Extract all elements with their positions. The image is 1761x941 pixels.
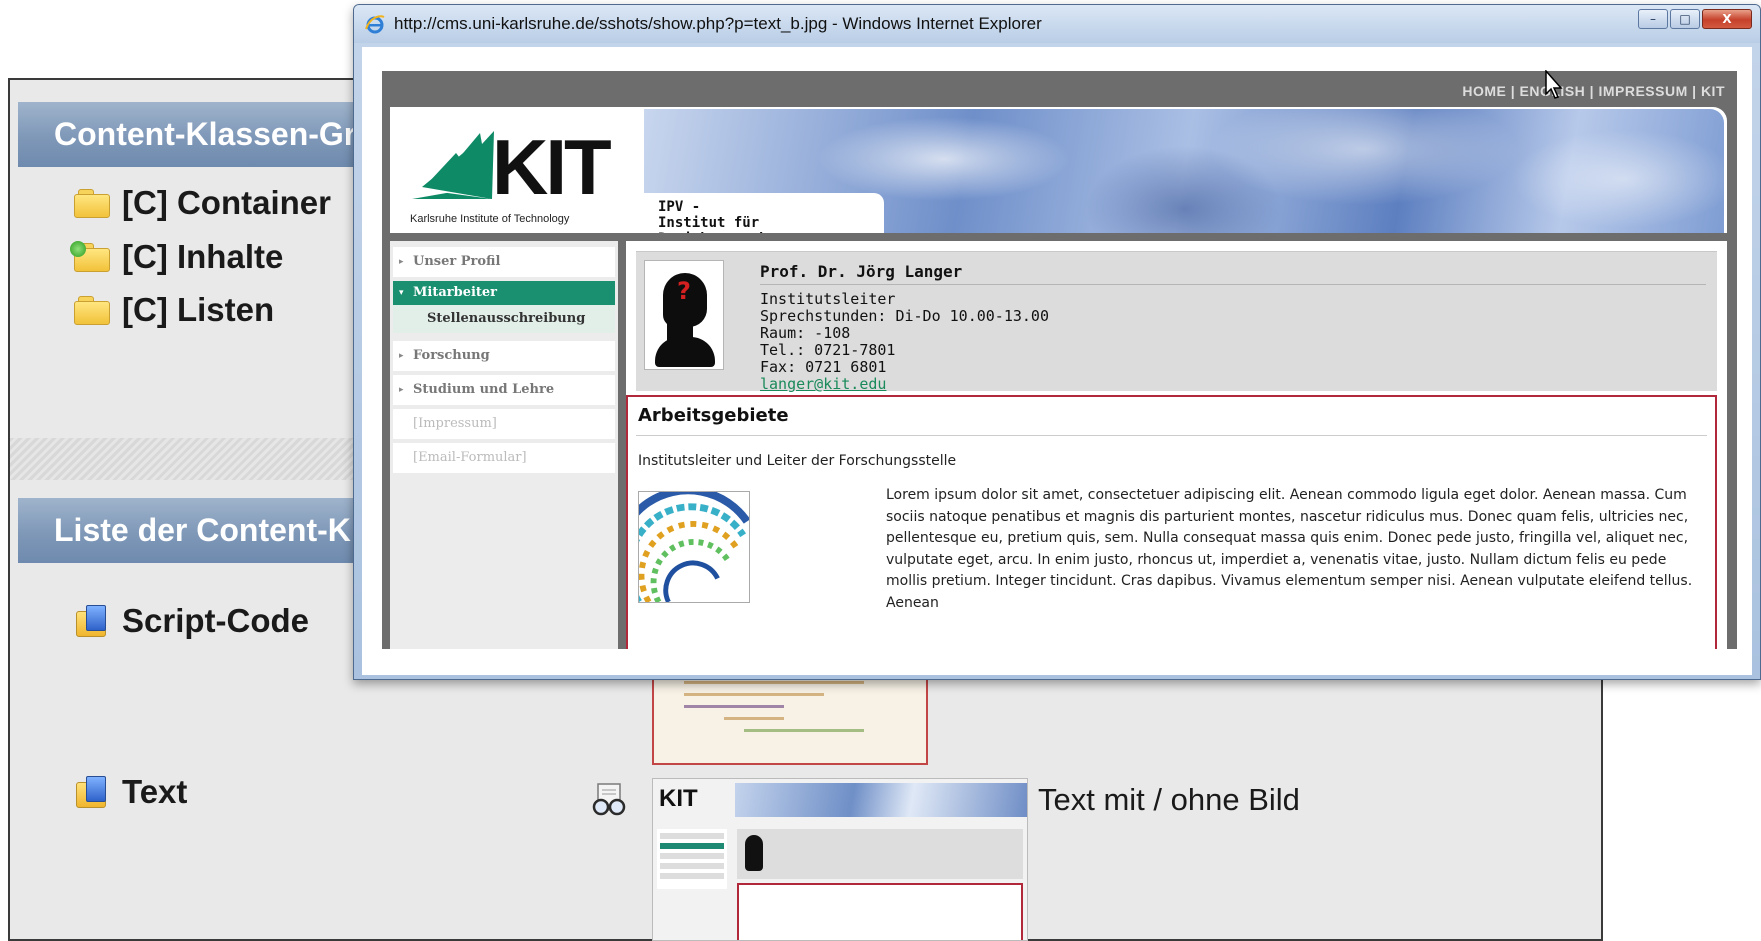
thumbnail-banner xyxy=(735,783,1027,817)
person-placeholder-avatar: ? xyxy=(644,260,724,370)
section-intro: Institutsleiter und Leiter der Forschung… xyxy=(638,453,957,469)
window-title-bar[interactable]: http://cms.uni-karlsruhe.de/sshots/show.… xyxy=(354,5,1760,43)
section-image xyxy=(638,491,750,603)
nav-item-label: [Email-Formular] xyxy=(413,450,527,465)
section-divider xyxy=(636,435,1707,436)
folder-icon xyxy=(72,294,112,326)
kit-page-screenshot: HOME | ENGLISH | IMPRESSUM | KIT KIT Kar… xyxy=(382,71,1737,649)
thumbnail-card xyxy=(737,829,1023,879)
folder-refresh-icon xyxy=(70,241,112,273)
person-phone: Tel.: 0721-7801 xyxy=(760,341,896,359)
institute-line-2: Institut für Projektvorgaben xyxy=(658,215,784,233)
person-email-link[interactable]: langer@kit.edu xyxy=(760,375,886,393)
person-name: Prof. Dr. Jörg Langer xyxy=(760,262,963,281)
folder-icon xyxy=(72,187,112,219)
group-item-listen[interactable]: [C] Listen xyxy=(72,291,274,329)
thumbnail-text-box xyxy=(737,883,1023,940)
group-item-container[interactable]: [C] Container xyxy=(72,184,331,222)
nav-item-label: Mitarbeiter xyxy=(413,285,498,300)
class-item-script-code[interactable]: Script-Code xyxy=(72,602,309,640)
institute-name: IPV - Institut für Projektvorgaben xyxy=(644,193,884,233)
nav-item-label: Stellenausschreibung xyxy=(427,311,586,326)
preview-glasses-icon[interactable] xyxy=(590,782,628,818)
nav-item-email-formular[interactable]: [Email-Formular] xyxy=(393,443,615,473)
mouse-cursor-icon xyxy=(1545,70,1563,99)
person-divider xyxy=(760,284,1706,285)
group-item-label: [C] Container xyxy=(122,184,331,221)
content-class-icon xyxy=(72,774,112,810)
person-hours: Sprechstunden: Di-Do 10.00-13.00 xyxy=(760,307,1049,325)
script-code-preview-thumbnail[interactable] xyxy=(652,670,928,765)
ie-popup-window: http://cms.uni-karlsruhe.de/sshots/show.… xyxy=(353,4,1761,680)
window-content: HOME | ENGLISH | IMPRESSUM | KIT KIT Kar… xyxy=(362,47,1752,675)
nav-item-mitarbeiter[interactable]: ▾ Mitarbeiter xyxy=(393,281,615,305)
section-body-text: Lorem ipsum dolor sit amet, consectetuer… xyxy=(886,487,1693,611)
text-content-box: Arbeitsgebiete Institutsleiter und Leite… xyxy=(626,395,1717,649)
screen: Content-Klassen-Gru [C] Container [C] In… xyxy=(0,0,1761,941)
kit-logo-subtitle: Karlsruhe Institute of Technology xyxy=(410,213,570,225)
class-item-label: Text xyxy=(122,773,188,810)
close-button[interactable]: X xyxy=(1702,9,1752,29)
content-class-icon xyxy=(72,603,112,639)
nav-item-forschung[interactable]: ▸ Forschung xyxy=(393,341,615,371)
group-item-label: [C] Inhalte xyxy=(122,238,284,275)
person-room: Raum: -108 xyxy=(760,324,851,342)
class-item-label: Script-Code xyxy=(122,602,310,639)
kit-logo-fan-icon xyxy=(412,131,494,199)
internet-explorer-icon xyxy=(365,15,385,34)
group-item-label: [C] Listen xyxy=(122,291,275,328)
minimize-button[interactable]: – xyxy=(1638,9,1668,29)
kit-logo: KIT Karlsruhe Institute of Technology xyxy=(408,121,618,231)
nav-item-label: Studium und Lehre xyxy=(413,382,555,397)
kit-side-navigation: ▸ Unser Profil ▾ Mitarbeiter Stellenaussch… xyxy=(390,241,618,649)
nav-item-stellenausschreibung[interactable]: Stellenausschreibung xyxy=(393,305,615,333)
nav-item-unser-profil[interactable]: ▸ Unser Profil xyxy=(393,247,615,277)
thumbnail-nav xyxy=(657,829,727,889)
nav-item-label: [Impressum] xyxy=(413,416,497,431)
institute-line-1: IPV - xyxy=(658,199,701,215)
text-class-caption: Text mit / ohne Bild xyxy=(1038,782,1300,817)
person-role: Institutsleiter xyxy=(760,290,896,308)
text-preview-thumbnail[interactable]: KIT xyxy=(652,778,1028,941)
person-fax: Fax: 0721 6801 xyxy=(760,358,887,376)
nav-item-impressum[interactable]: [Impressum] xyxy=(393,409,615,439)
person-card: ? Prof. Dr. Jörg Langer Institutsleiter … xyxy=(636,251,1717,393)
kit-header: KIT Karlsruhe Institute of Technology IP… xyxy=(390,107,1727,233)
maximize-button[interactable]: □ xyxy=(1670,9,1700,29)
section-title: Arbeitsgebiete xyxy=(638,405,789,426)
nav-item-label: Forschung xyxy=(413,348,490,363)
kit-banner-image: IPV - Institut für Projektvorgaben xyxy=(644,109,1724,233)
nav-item-label: Unser Profil xyxy=(413,254,501,269)
group-item-inhalte[interactable]: [C] Inhalte xyxy=(70,238,284,276)
window-title: http://cms.uni-karlsruhe.de/sshots/show.… xyxy=(394,14,1042,33)
nav-item-studium-und-lehre[interactable]: ▸ Studium und Lehre xyxy=(393,375,615,405)
kit-main-content: ? Prof. Dr. Jörg Langer Institutsleiter … xyxy=(626,241,1727,649)
kit-logo-text: KIT xyxy=(492,123,612,211)
class-item-text[interactable]: Text xyxy=(72,773,187,811)
thumbnail-logo: KIT xyxy=(659,785,698,812)
kit-top-navigation[interactable]: HOME | ENGLISH | IMPRESSUM | KIT xyxy=(1462,83,1725,99)
